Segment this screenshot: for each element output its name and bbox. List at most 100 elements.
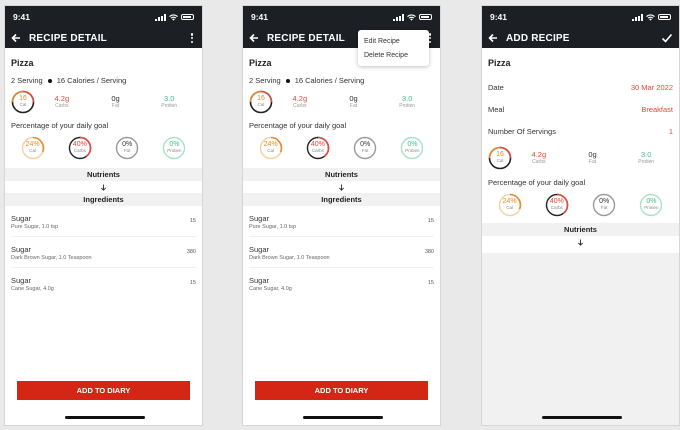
ingredient-name: Sugar bbox=[11, 276, 32, 285]
goal-fat-value: 0% bbox=[360, 141, 371, 148]
goal-fat-value: 0% bbox=[599, 198, 610, 205]
fat-macro: 0g Fat bbox=[89, 94, 143, 110]
carbs-value: 4.2g bbox=[531, 150, 547, 159]
recipe-detail-screen: 9:41 RECIPE DETAIL Pizza 2 Serving 16 Ca… bbox=[4, 5, 203, 426]
carbs-macro: 4.2g Carbs bbox=[35, 95, 89, 110]
checkmark-icon[interactable] bbox=[661, 32, 673, 44]
add-to-diary-button[interactable]: ADD TO DIARY bbox=[17, 381, 190, 400]
daily-goal-rings: 24% Cal 40% Carbs 0% Fat 0% Protien bbox=[243, 130, 440, 160]
signal-icon bbox=[393, 13, 404, 21]
home-indicator bbox=[65, 416, 145, 419]
home-indicator bbox=[542, 416, 622, 419]
ingredient-name: Sugar bbox=[11, 245, 32, 254]
goal-cal-value: 24% bbox=[502, 198, 517, 205]
ingredient-name: Sugar bbox=[249, 245, 270, 254]
goal-ring-protein: 0% Protien bbox=[162, 136, 186, 160]
signal-icon bbox=[155, 13, 166, 21]
ingredients-header: Ingredients bbox=[5, 193, 202, 206]
carbs-label: Carbs bbox=[55, 103, 69, 109]
delete-recipe-menu-item[interactable]: Delete Recipe bbox=[358, 48, 429, 62]
calorie-label: Cal bbox=[257, 102, 265, 107]
macro-summary: 16 Cal 4.2g Carbs 0g Fat 3.0 Protien bbox=[243, 85, 440, 115]
battery-icon bbox=[658, 14, 671, 20]
meal-value[interactable]: Breakfast bbox=[641, 105, 673, 114]
goal-ring-cal: 24% Cal bbox=[498, 193, 522, 217]
protein-macro: 3.0 Protien bbox=[619, 151, 673, 166]
ingredient-desc: Dark Brown Sugar, 1.0 Teaspoon bbox=[11, 255, 92, 261]
ingredient-item[interactable]: Sugar Pure Sugar, 1.0 tsp 15 bbox=[249, 206, 434, 237]
goal-ring-carbs: 40% Carbs bbox=[545, 193, 569, 217]
serving-info: 2 Serving 16 Calories / Serving bbox=[5, 68, 202, 85]
goal-fat-label: Fat bbox=[600, 205, 608, 210]
goal-ring-carbs: 40% Carbs bbox=[68, 136, 92, 160]
ingredient-qty: 380 bbox=[186, 249, 196, 255]
recipe-detail-menu-screen: 9:41 RECIPE DETAIL Edit Recipe Delete Re… bbox=[242, 5, 441, 426]
bullet-dot bbox=[47, 78, 52, 83]
arrow-down-icon[interactable] bbox=[100, 183, 107, 191]
edit-recipe-menu-item[interactable]: Edit Recipe bbox=[358, 34, 429, 48]
calorie-ring: 16 Cal bbox=[488, 146, 512, 170]
ingredient-qty: 15 bbox=[427, 280, 434, 286]
add-to-diary-button[interactable]: ADD TO DIARY bbox=[255, 381, 428, 400]
goal-ring-carbs: 40% Carbs bbox=[306, 136, 330, 160]
back-arrow-icon[interactable] bbox=[10, 32, 22, 44]
servings-field[interactable]: Number Of Servings 1 bbox=[482, 120, 679, 142]
recipe-name: Pizza bbox=[488, 58, 511, 68]
ingredient-qty: 380 bbox=[424, 249, 434, 255]
nutrients-header[interactable]: Nutrients bbox=[482, 223, 679, 236]
daily-goal-rings: 24% Cal 40% Carbs 0% Fat 0% Protien bbox=[482, 187, 679, 217]
goal-protein-label: Protien bbox=[405, 148, 420, 153]
calorie-ring: 16 Cal bbox=[249, 90, 273, 114]
serving-count: 2 Serving bbox=[249, 76, 281, 85]
status-time: 9:41 bbox=[13, 12, 31, 22]
status-bar: 9:41 bbox=[482, 6, 679, 28]
macro-summary: 16 Cal 4.2g Carbs 0g Fat 3.0 Protien bbox=[5, 85, 202, 115]
goal-carbs-label: Carbs bbox=[311, 148, 324, 153]
battery-icon bbox=[419, 14, 432, 20]
protein-label: Protien bbox=[638, 159, 655, 165]
calories-per-serving: 16 Calories / Serving bbox=[56, 76, 127, 85]
app-bar: ADD RECIPE bbox=[482, 28, 679, 48]
back-arrow-icon[interactable] bbox=[248, 32, 260, 44]
nutrients-header[interactable]: Nutrients bbox=[243, 168, 440, 181]
arrow-down-icon[interactable] bbox=[338, 183, 345, 191]
calorie-value: 16 bbox=[496, 151, 504, 158]
goal-cal-value: 24% bbox=[263, 141, 278, 148]
more-options-icon[interactable] bbox=[188, 32, 196, 44]
fat-value: 0g bbox=[349, 94, 358, 103]
carbs-label: Carbs bbox=[532, 159, 546, 165]
ingredient-item[interactable]: Sugar Cane Sugar, 4.0g 15 bbox=[11, 268, 196, 299]
ingredient-item[interactable]: Sugar Cane Sugar, 4.0g 15 bbox=[249, 268, 434, 299]
nutrients-header[interactable]: Nutrients bbox=[5, 168, 202, 181]
protein-value: 3.0 bbox=[163, 94, 175, 103]
date-value[interactable]: 30 Mar 2022 bbox=[631, 83, 673, 92]
meal-label: Meal bbox=[488, 104, 505, 114]
ingredient-item[interactable]: Sugar Dark Brown Sugar, 1.0 Teaspoon 380 bbox=[11, 237, 196, 268]
back-arrow-icon[interactable] bbox=[487, 32, 499, 44]
ingredient-qty: 15 bbox=[189, 218, 196, 224]
date-field[interactable]: Date 30 Mar 2022 bbox=[482, 76, 679, 98]
ingredient-desc: Cane Sugar, 4.0g bbox=[249, 286, 292, 292]
ingredient-name: Sugar bbox=[249, 214, 270, 223]
ingredient-item[interactable]: Sugar Dark Brown Sugar, 1.0 Teaspoon 380 bbox=[249, 237, 434, 268]
ingredient-item[interactable]: Sugar Pure Sugar, 1.0 tsp 15 bbox=[11, 206, 196, 237]
goal-ring-fat: 0% Fat bbox=[592, 193, 616, 217]
fat-value: 0g bbox=[111, 94, 120, 103]
goal-carbs-value: 40% bbox=[310, 141, 325, 148]
calorie-ring: 16 Cal bbox=[11, 90, 35, 114]
date-label: Date bbox=[488, 82, 504, 92]
nutrients-toggle[interactable] bbox=[243, 181, 440, 193]
goal-ring-cal: 24% Cal bbox=[259, 136, 283, 160]
calorie-label: Cal bbox=[496, 158, 504, 163]
nutrients-toggle[interactable] bbox=[482, 236, 679, 248]
signal-icon bbox=[632, 13, 643, 21]
ingredients-list: Sugar Pure Sugar, 1.0 tsp 15 Sugar Dark Bro… bbox=[5, 206, 202, 299]
arrow-down-icon[interactable] bbox=[577, 238, 584, 246]
status-bar: 9:41 bbox=[243, 6, 440, 28]
wifi-icon bbox=[646, 13, 655, 21]
home-indicator bbox=[303, 416, 383, 419]
meal-field[interactable]: Meal Breakfast bbox=[482, 98, 679, 120]
nutrients-toggle[interactable] bbox=[5, 181, 202, 193]
servings-value[interactable]: 1 bbox=[669, 127, 673, 136]
fat-macro: 0g Fat bbox=[566, 151, 620, 166]
